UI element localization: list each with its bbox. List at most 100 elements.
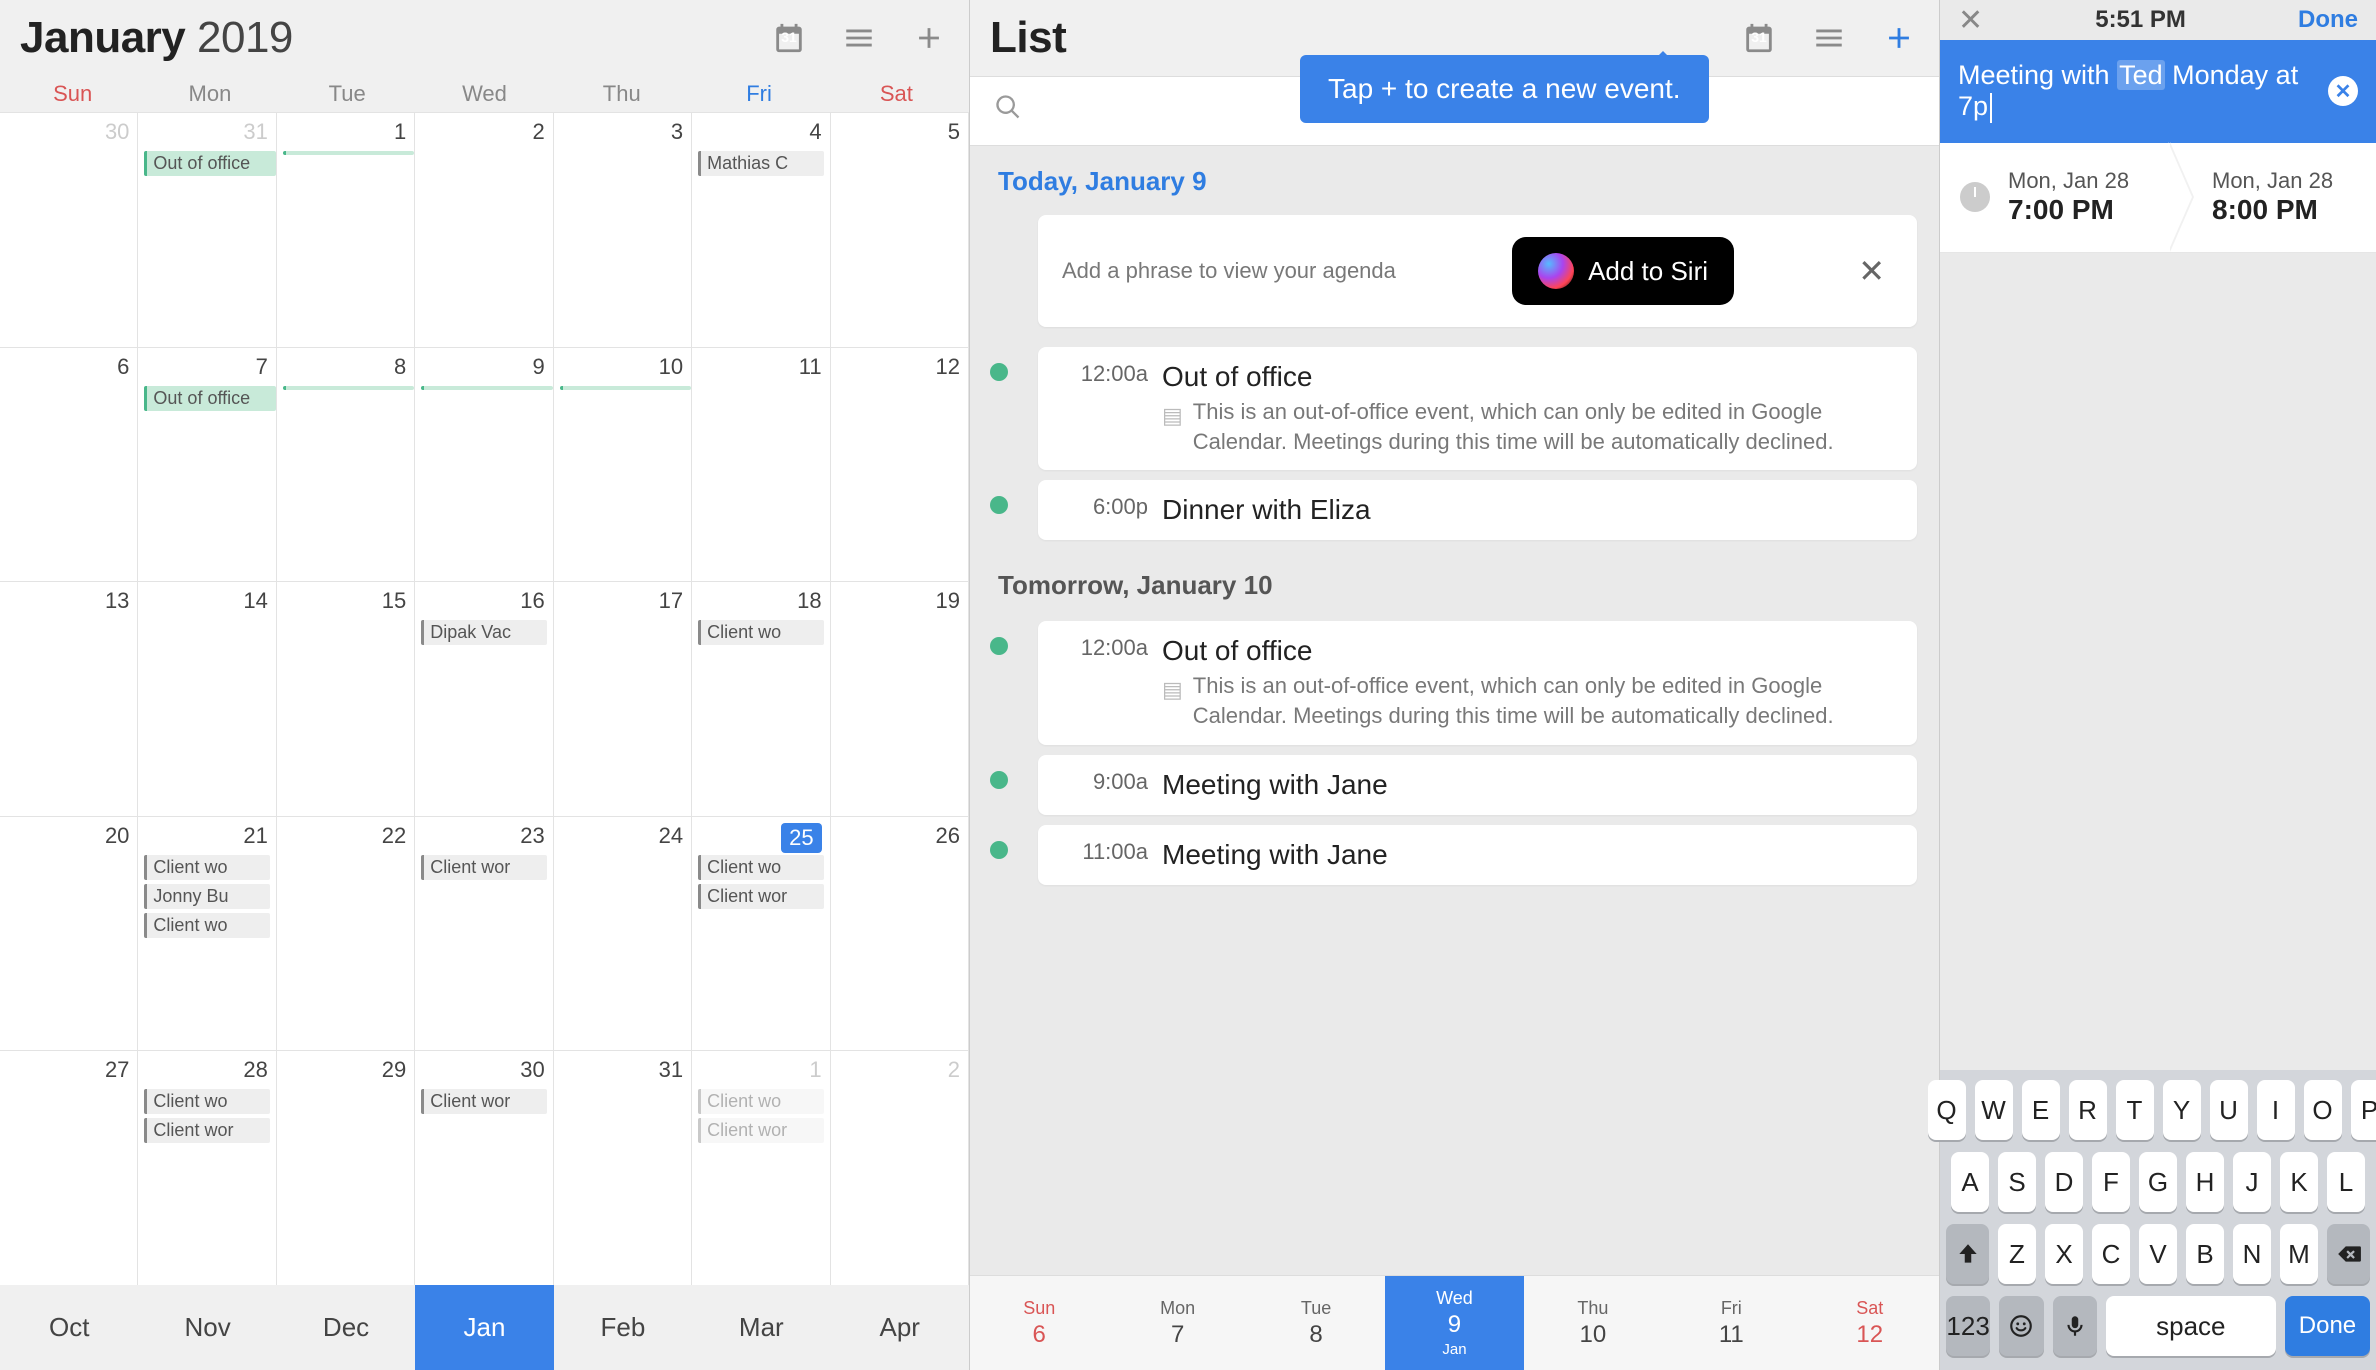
- letter-key[interactable]: B: [2186, 1224, 2224, 1284]
- calendar-day-cell[interactable]: 11: [692, 347, 830, 582]
- menu-icon[interactable]: [1809, 18, 1849, 58]
- week-strip-day[interactable]: Sun6: [970, 1276, 1108, 1370]
- calendar-day-cell[interactable]: 14: [138, 581, 276, 816]
- shift-key[interactable]: [1946, 1224, 1989, 1284]
- letter-key[interactable]: E: [2022, 1080, 2060, 1140]
- backspace-key[interactable]: [2327, 1224, 2370, 1284]
- event-chip[interactable]: Client wor: [698, 1118, 823, 1143]
- calendar-day-cell[interactable]: 21Client woJonny BuClient wo: [138, 816, 276, 1051]
- calendar-day-cell[interactable]: 5: [831, 112, 969, 347]
- event-chip[interactable]: [560, 386, 691, 390]
- month-strip-item[interactable]: Feb: [554, 1285, 692, 1370]
- event-chip[interactable]: [421, 386, 552, 390]
- agenda-event[interactable]: 12:00aOut of office▤This is an out-of-of…: [1038, 347, 1917, 470]
- today-icon[interactable]: 31: [1739, 18, 1779, 58]
- start-time-block[interactable]: Mon, Jan 28 7:00 PM: [2008, 168, 2152, 226]
- event-chip[interactable]: Out of office: [144, 151, 275, 176]
- letter-key[interactable]: Z: [1998, 1224, 2036, 1284]
- letter-key[interactable]: G: [2139, 1152, 2177, 1212]
- letter-key[interactable]: L: [2327, 1152, 2365, 1212]
- letter-key[interactable]: J: [2233, 1152, 2271, 1212]
- agenda-event[interactable]: 12:00aOut of office▤This is an out-of-of…: [1038, 621, 1917, 744]
- calendar-day-cell[interactable]: 2: [831, 1050, 969, 1285]
- event-chip[interactable]: Client wo: [144, 1089, 269, 1114]
- letter-key[interactable]: S: [1998, 1152, 2036, 1212]
- week-strip-day[interactable]: Wed9Jan: [1385, 1276, 1523, 1370]
- agenda-event[interactable]: 11:00aMeeting with Jane: [1038, 825, 1917, 885]
- calendar-day-cell[interactable]: 9: [415, 347, 553, 582]
- calendar-day-cell[interactable]: 12: [831, 347, 969, 582]
- event-chip[interactable]: [283, 386, 414, 390]
- letter-key[interactable]: R: [2069, 1080, 2107, 1140]
- calendar-day-cell[interactable]: 10: [554, 347, 692, 582]
- calendar-day-cell[interactable]: 24: [554, 816, 692, 1051]
- menu-icon[interactable]: [839, 18, 879, 58]
- calendar-day-cell[interactable]: 27: [0, 1050, 138, 1285]
- calendar-day-cell[interactable]: 2: [415, 112, 553, 347]
- calendar-day-cell[interactable]: 31Out of office: [138, 112, 276, 347]
- calendar-day-cell[interactable]: 20: [0, 816, 138, 1051]
- letter-key[interactable]: Y: [2163, 1080, 2201, 1140]
- calendar-day-cell[interactable]: 30: [0, 112, 138, 347]
- month-strip[interactable]: OctNovDecJanFebMarApr: [0, 1285, 969, 1370]
- today-icon[interactable]: 31: [769, 18, 809, 58]
- calendar-day-cell[interactable]: 30Client wor: [415, 1050, 553, 1285]
- letter-key[interactable]: V: [2139, 1224, 2177, 1284]
- event-title-input[interactable]: Meeting with Ted Monday at 7p ✕: [1940, 40, 2376, 143]
- letter-key[interactable]: P: [2351, 1080, 2376, 1140]
- calendar-day-cell[interactable]: 19: [831, 581, 969, 816]
- event-chip[interactable]: Client wo: [698, 620, 823, 645]
- event-chip[interactable]: Jonny Bu: [144, 884, 269, 909]
- letter-key[interactable]: D: [2045, 1152, 2083, 1212]
- letter-key[interactable]: C: [2092, 1224, 2130, 1284]
- calendar-day-cell[interactable]: 7Out of office: [138, 347, 276, 582]
- numbers-key[interactable]: 123: [1946, 1296, 1990, 1356]
- calendar-day-cell[interactable]: 8: [277, 347, 415, 582]
- calendar-day-cell[interactable]: 17: [554, 581, 692, 816]
- event-chip[interactable]: Client wor: [421, 855, 546, 880]
- event-chip[interactable]: Client wo: [698, 855, 823, 880]
- calendar-day-cell[interactable]: 31: [554, 1050, 692, 1285]
- calendar-day-cell[interactable]: 13: [0, 581, 138, 816]
- month-strip-item[interactable]: Oct: [0, 1285, 138, 1370]
- calendar-day-cell[interactable]: 15: [277, 581, 415, 816]
- week-strip-day[interactable]: Thu10: [1524, 1276, 1662, 1370]
- event-chip[interactable]: Client wor: [421, 1089, 546, 1114]
- month-strip-item[interactable]: Apr: [831, 1285, 969, 1370]
- calendar-day-cell[interactable]: 3: [554, 112, 692, 347]
- week-strip-day[interactable]: Fri11: [1662, 1276, 1800, 1370]
- letter-key[interactable]: W: [1975, 1080, 2013, 1140]
- month-strip-item[interactable]: Dec: [277, 1285, 415, 1370]
- calendar-day-cell[interactable]: 28Client woClient wor: [138, 1050, 276, 1285]
- letter-key[interactable]: O: [2304, 1080, 2342, 1140]
- agenda-event[interactable]: 9:00aMeeting with Jane: [1038, 755, 1917, 815]
- add-icon[interactable]: [909, 18, 949, 58]
- letter-key[interactable]: T: [2116, 1080, 2154, 1140]
- done-button[interactable]: Done: [2298, 6, 2358, 34]
- calendar-day-cell[interactable]: 16Dipak Vac: [415, 581, 553, 816]
- letter-key[interactable]: X: [2045, 1224, 2083, 1284]
- event-chip[interactable]: Client wo: [144, 855, 269, 880]
- letter-key[interactable]: A: [1951, 1152, 1989, 1212]
- calendar-day-cell[interactable]: 22: [277, 816, 415, 1051]
- clear-input-button[interactable]: ✕: [2328, 76, 2358, 106]
- event-chip[interactable]: Client wo: [698, 1089, 823, 1114]
- event-chip[interactable]: Client wor: [144, 1118, 269, 1143]
- close-icon[interactable]: ✕: [1958, 3, 1983, 38]
- calendar-day-cell[interactable]: 25Client woClient wor: [692, 816, 830, 1051]
- month-strip-item[interactable]: Jan: [415, 1285, 553, 1370]
- week-strip-day[interactable]: Tue8: [1247, 1276, 1385, 1370]
- calendar-day-cell[interactable]: 1: [277, 112, 415, 347]
- dismiss-siri-button[interactable]: ✕: [1850, 248, 1893, 294]
- letter-key[interactable]: H: [2186, 1152, 2224, 1212]
- letter-key[interactable]: M: [2280, 1224, 2318, 1284]
- month-strip-item[interactable]: Mar: [692, 1285, 830, 1370]
- mic-key[interactable]: [2053, 1296, 2097, 1356]
- add-to-siri-button[interactable]: Add to Siri: [1512, 237, 1734, 305]
- emoji-key[interactable]: [1999, 1296, 2043, 1356]
- letter-key[interactable]: U: [2210, 1080, 2248, 1140]
- calendar-day-cell[interactable]: 23Client wor: [415, 816, 553, 1051]
- end-time-block[interactable]: Mon, Jan 28 8:00 PM: [2212, 168, 2356, 226]
- event-chip[interactable]: Dipak Vac: [421, 620, 546, 645]
- letter-key[interactable]: Q: [1928, 1080, 1966, 1140]
